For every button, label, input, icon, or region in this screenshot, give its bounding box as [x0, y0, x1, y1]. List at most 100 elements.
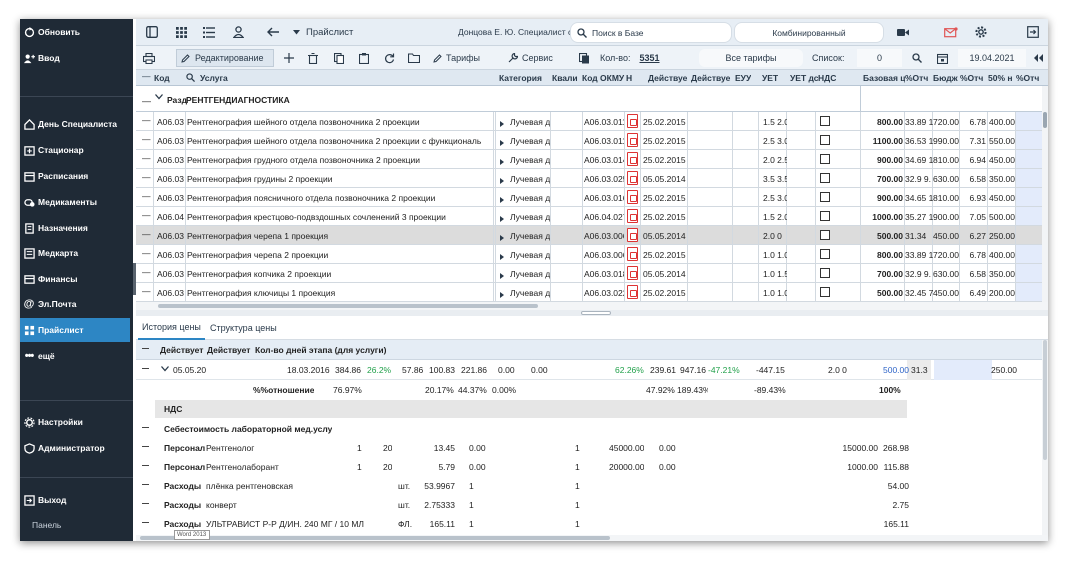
scrollbar-thumb[interactable]: [1043, 340, 1047, 460]
pdf-icon[interactable]: [627, 209, 638, 223]
table-row[interactable]: — А06.03 Рентгенография черепа 2 проекции Л…: [136, 245, 1042, 264]
col-header-pct1[interactable]: %Отч: [905, 73, 933, 83]
date-field[interactable]: 19.04.2021: [958, 49, 1026, 67]
add-icon[interactable]: [281, 49, 297, 67]
col-header-stage-days[interactable]: Кол-во дней этапа (для услуги): [255, 345, 386, 355]
caret-right-icon[interactable]: [500, 233, 504, 243]
sidebar-item-assignments[interactable]: Назначения: [20, 216, 130, 240]
nds-checkbox[interactable]: [820, 268, 830, 278]
cost-item-row[interactable]: Персонал Рентгенолог 1 20 13.45 0.00 1 45000.00…: [136, 438, 1042, 457]
caret-right-icon[interactable]: [500, 157, 504, 167]
col-header-50pct[interactable]: 50% н: [988, 73, 1016, 83]
settings-gear-icon[interactable]: [974, 25, 988, 39]
col-header-budget[interactable]: Бюдж: [933, 73, 960, 83]
back-arrow-icon[interactable]: [266, 25, 280, 39]
col-header-service[interactable]: Услуга: [200, 73, 228, 83]
current-user[interactable]: Донцова Е. Ю. Специалист с: [458, 27, 571, 37]
nds-checkbox[interactable]: [820, 173, 830, 183]
col-header-category[interactable]: Категория: [499, 73, 542, 83]
table-row[interactable]: — А06.03 Рентгенография грудного отдела по…: [136, 150, 1042, 169]
col-header-euu[interactable]: ЕУУ: [735, 73, 751, 83]
caret-right-icon[interactable]: [500, 214, 504, 224]
sidebar-item-settings[interactable]: Настройки: [20, 410, 130, 434]
pdf-icon[interactable]: [627, 285, 638, 299]
list-count-field[interactable]: 0: [857, 49, 902, 67]
col-header-base-price[interactable]: Базовая ц: [863, 73, 905, 83]
divider-grip[interactable]: [581, 311, 611, 315]
col-header-valid-to[interactable]: Действует: [207, 345, 251, 355]
scrollbar-thumb[interactable]: [1043, 112, 1047, 128]
user-icon[interactable]: [231, 25, 245, 39]
tariffs-button[interactable]: Тарифы: [433, 49, 480, 67]
calendar-icon[interactable]: [934, 49, 950, 67]
group-row[interactable]: — Разд РЕНТГЕНДИАГНОСТИКА: [136, 86, 1048, 112]
sidebar-item-medications[interactable]: Медикаменты: [20, 190, 130, 214]
col-header-n[interactable]: Н: [626, 73, 632, 83]
caret-right-icon[interactable]: [500, 252, 504, 262]
cost-item-row[interactable]: Расходы плёнка рентгеновская шт. 53.9967 1 1 5…: [136, 476, 1042, 495]
nds-checkbox[interactable]: [820, 249, 830, 259]
all-tariffs-selector[interactable]: Все тарифы: [699, 49, 803, 67]
nds-checkbox[interactable]: [820, 135, 830, 145]
caret-right-icon[interactable]: [500, 119, 504, 129]
nds-checkbox[interactable]: [820, 287, 830, 297]
chevron-down-icon[interactable]: [161, 366, 169, 372]
history-row[interactable]: 05.05.20 18.03.2016 384.86 26.2% 57.86 1…: [136, 360, 1042, 380]
pdf-icon[interactable]: [627, 171, 638, 185]
sidebar-item-login[interactable]: Ввод: [20, 46, 130, 70]
scrollbar-thumb[interactable]: [158, 304, 538, 308]
table-vertical-scrollbar[interactable]: [1042, 86, 1048, 302]
sidebar-item-pricelist[interactable]: Прайслист: [20, 318, 130, 342]
collapse-left-icon[interactable]: [1030, 49, 1046, 67]
panel-toggle-icon[interactable]: [145, 25, 159, 39]
sidebar-item-hospital[interactable]: Стационар: [20, 138, 130, 162]
chevron-down-icon[interactable]: [155, 94, 163, 100]
sidebar-item-email[interactable]: @ Эл.Почта: [20, 292, 130, 316]
pdf-icon[interactable]: [627, 228, 638, 242]
caret-right-icon[interactable]: [500, 195, 504, 205]
nds-checkbox[interactable]: [820, 154, 830, 164]
table-horizontal-scrollbar[interactable]: [136, 302, 1048, 310]
edit-mode-button[interactable]: Редактирование: [176, 49, 274, 67]
sidebar-item-more[interactable]: ••• ещё: [20, 344, 130, 368]
col-header-qualification[interactable]: Квали: [552, 73, 582, 83]
copy-icon[interactable]: [331, 49, 347, 67]
col-header-valid-from[interactable]: Действует: [160, 345, 204, 355]
pdf-icon[interactable]: [627, 247, 638, 261]
documents-icon[interactable]: [576, 49, 592, 67]
table-row[interactable]: — А06.03 Рентгенография шейного отдела поз…: [136, 112, 1042, 131]
list-view-icon[interactable]: [202, 25, 216, 39]
tab-price-history[interactable]: История цены: [138, 316, 205, 340]
search-icon[interactable]: [909, 49, 925, 67]
col-header-uet-dc[interactable]: УЕТ дс: [790, 73, 818, 83]
col-header-pct3[interactable]: %Отч: [1016, 73, 1044, 83]
service-button[interactable]: Сервис: [508, 49, 553, 67]
detail-vertical-scrollbar[interactable]: [1042, 340, 1048, 535]
nds-checkbox[interactable]: [820, 211, 830, 221]
cost-item-row[interactable]: Персонал Рентгенолаборант 1 20 5.79 0.00 1 2000…: [136, 457, 1042, 476]
sidebar-item-exit[interactable]: Выход: [20, 488, 130, 512]
table-row[interactable]: — А06.03 Рентгенография черепа 1 проекция Л…: [136, 226, 1042, 245]
sidebar-item-finance[interactable]: Финансы: [20, 267, 130, 291]
search-icon[interactable]: [186, 73, 195, 82]
caret-right-icon[interactable]: [500, 138, 504, 148]
nds-checkbox[interactable]: [820, 230, 830, 240]
pdf-icon[interactable]: [627, 152, 638, 166]
caret-down-icon[interactable]: [291, 25, 301, 39]
mode-selector[interactable]: Комбинированный: [734, 22, 884, 43]
nds-checkbox[interactable]: [820, 192, 830, 202]
cost-item-row[interactable]: Расходы УЛЬТРАВИСТ Р-Р Д/ИН. 240 МГ / 10 …: [136, 514, 1042, 533]
pdf-icon[interactable]: [627, 114, 638, 128]
table-row[interactable]: — А06.03 Рентгенография ключицы 1 проекция…: [136, 283, 1042, 302]
print-icon[interactable]: [141, 49, 157, 67]
delete-icon[interactable]: [305, 49, 321, 67]
table-row[interactable]: — А06.04 Рентгенография крестцово-подвздош…: [136, 207, 1042, 226]
search-box[interactable]: Поиск в Базе: [570, 22, 732, 43]
table-row[interactable]: — А06.03 Рентгенография копчика 2 проекции…: [136, 264, 1042, 283]
col-header-pct2[interactable]: %Отч: [960, 73, 988, 83]
col-header-valid-from[interactable]: Действуе: [648, 73, 690, 83]
pdf-icon[interactable]: [627, 190, 638, 204]
folder-icon[interactable]: [406, 49, 422, 67]
sync-icon[interactable]: [381, 49, 397, 67]
table-row[interactable]: — А06.03 Рентгенография грудины 2 проекции…: [136, 169, 1042, 188]
